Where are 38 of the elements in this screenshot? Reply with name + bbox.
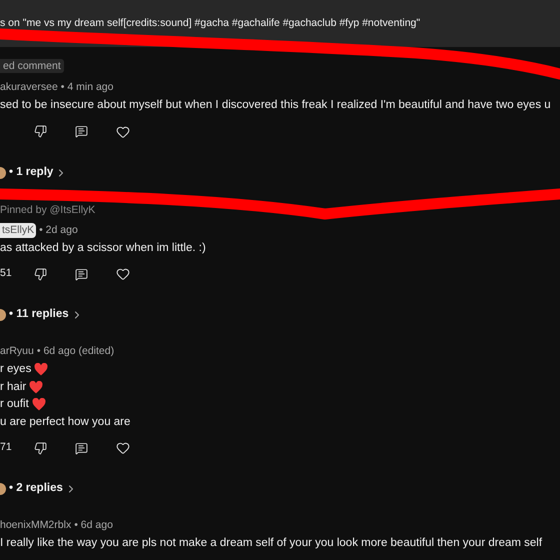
avatar bbox=[0, 483, 6, 495]
heart-icon[interactable] bbox=[116, 267, 130, 281]
replies-button[interactable]: • 2 replies bbox=[9, 480, 77, 498]
comment-text: sed to be insecure about myself but when I discovered this freak I realized I'm beautiful and have two eyes u bbox=[0, 98, 551, 113]
comment-text: u are perfect how you are bbox=[0, 414, 130, 430]
reply-icon[interactable] bbox=[75, 125, 88, 138]
comment-time: • 6d ago (edited) bbox=[36, 344, 114, 360]
avatar bbox=[0, 309, 6, 321]
heart-icon[interactable] bbox=[116, 124, 130, 138]
heart-icon bbox=[32, 398, 46, 412]
comment-time: • 6d ago bbox=[74, 518, 113, 534]
comment-text: r oufit bbox=[0, 397, 29, 412]
dislike-icon[interactable] bbox=[34, 125, 47, 138]
author-name[interactable]: arRyuu bbox=[0, 344, 34, 360]
replies-button[interactable]: • 1 reply bbox=[9, 164, 68, 182]
comment-text: r hair bbox=[0, 380, 26, 394]
heart-icon[interactable] bbox=[116, 441, 130, 455]
dislike-icon[interactable] bbox=[34, 268, 47, 280]
author-name[interactable]: akuraversee bbox=[0, 80, 58, 96]
avatar bbox=[0, 166, 6, 178]
heart-icon bbox=[29, 380, 44, 394]
pinned-label: Pinned by @ItsEllyK bbox=[0, 202, 96, 216]
comment-text: I really like the way you are pls not make a dream self of your you look more beautiful then your dream self bbox=[0, 536, 542, 551]
reply-icon[interactable] bbox=[75, 268, 88, 280]
comment-time: • 2d ago bbox=[39, 222, 78, 238]
replies-button[interactable]: • 11 replies bbox=[9, 306, 83, 324]
like-count: 71 bbox=[0, 440, 12, 456]
comment-text: as attacked by a scissor when im little. :) bbox=[0, 240, 206, 256]
comment-time: • 4 min ago bbox=[60, 80, 114, 96]
header-title: s on "me vs my dream self[credits:sound] #gacha #gachalife #gachaclub #fyp #notventing" bbox=[0, 16, 420, 31]
reply-icon[interactable] bbox=[75, 442, 88, 454]
author-name[interactable]: tsEllyK bbox=[0, 222, 36, 238]
highlighted-badge: ed comment bbox=[0, 59, 64, 73]
comment-text: r eyes bbox=[0, 362, 32, 377]
like-count: 51 bbox=[0, 266, 12, 282]
author-name[interactable]: hoenixMM2rblx bbox=[0, 518, 72, 534]
heart-icon bbox=[34, 363, 48, 376]
dislike-icon[interactable] bbox=[34, 442, 47, 454]
